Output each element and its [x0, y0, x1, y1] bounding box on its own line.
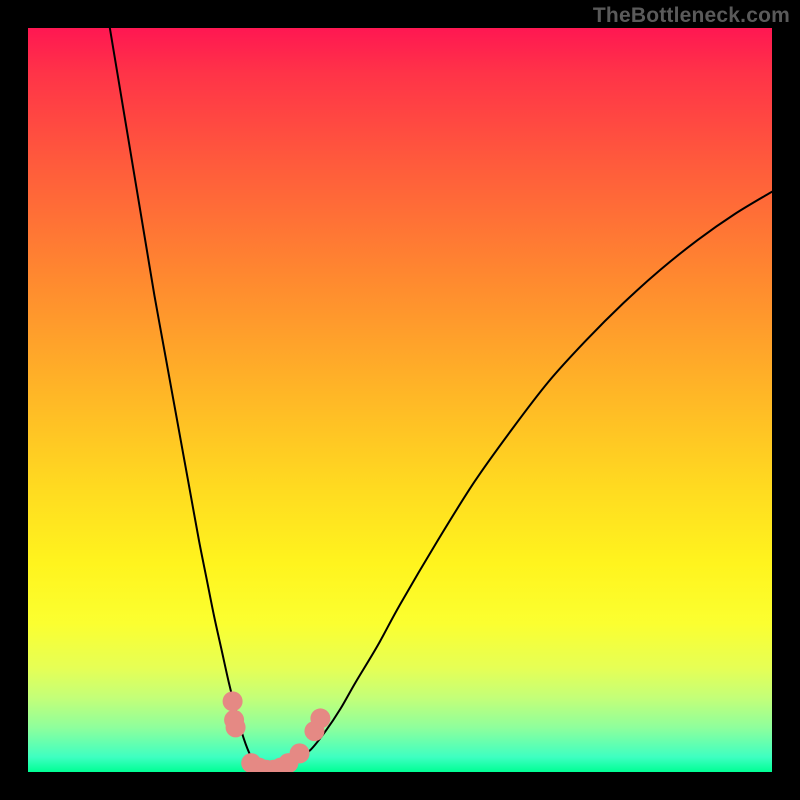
- curve-right-arm: [266, 192, 772, 772]
- marker-cluster: [223, 691, 331, 772]
- marker-point: [310, 708, 330, 728]
- bottleneck-curve: [110, 28, 772, 772]
- marker-point: [290, 743, 310, 763]
- curve-left-arm: [110, 28, 266, 772]
- marker-point: [226, 717, 246, 737]
- watermark-text: TheBottleneck.com: [593, 4, 790, 28]
- chart-frame: TheBottleneck.com: [0, 0, 800, 800]
- marker-point: [223, 691, 243, 711]
- chart-svg: [28, 28, 772, 772]
